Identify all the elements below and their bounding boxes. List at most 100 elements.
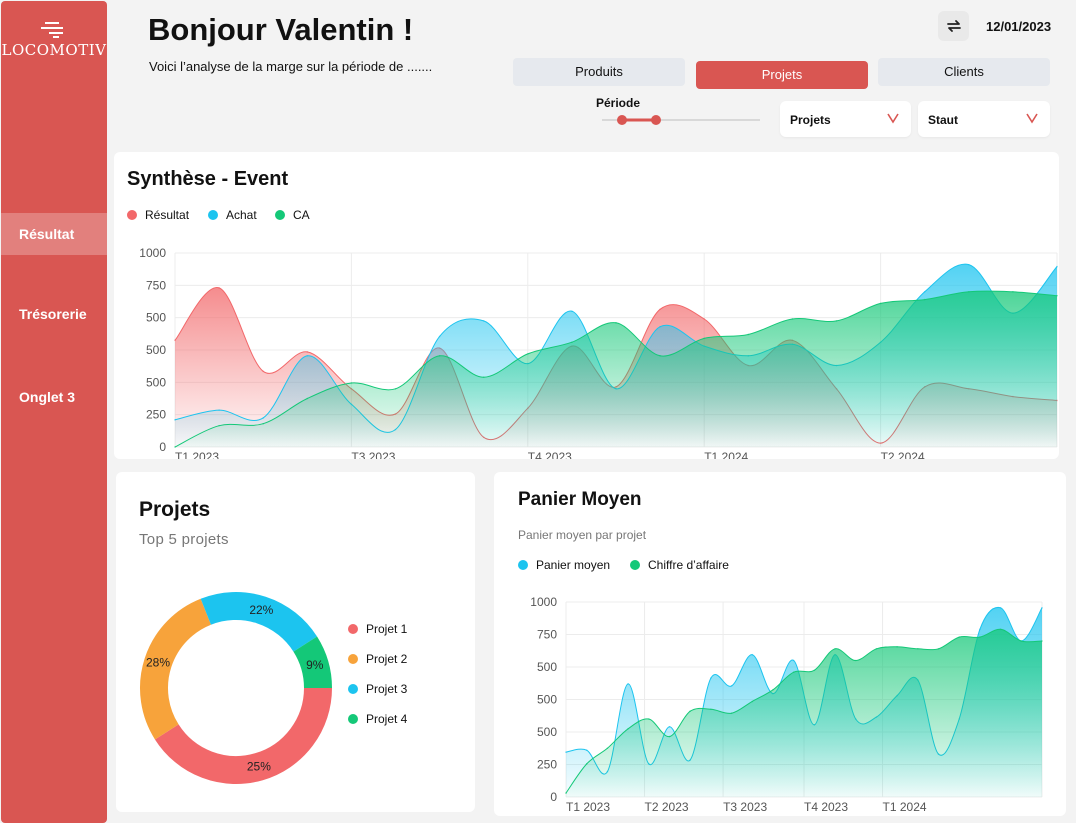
- data-point: [306, 351, 309, 353]
- data-point: [174, 446, 176, 448]
- data-point: [792, 671, 795, 673]
- data-point: [710, 677, 712, 679]
- data-point: [958, 636, 961, 638]
- y-tick-label: 1000: [139, 246, 166, 260]
- refresh-button[interactable]: [938, 11, 969, 41]
- data-point: [689, 710, 691, 712]
- data-point: [585, 749, 588, 751]
- statut-dropdown-label: Staut: [928, 113, 958, 127]
- y-tick-label: 500: [146, 311, 166, 325]
- page-subtitle: Voici l’analyse de la marge sur la pério…: [149, 59, 433, 74]
- data-point: [730, 712, 733, 714]
- legend-projet-3[interactable]: Projet 3: [348, 682, 407, 696]
- data-point: [999, 607, 1002, 609]
- x-tick-label: T1 2023: [175, 450, 219, 459]
- page-title: Bonjour Valentin !: [148, 12, 414, 47]
- data-point: [703, 337, 705, 340]
- data-point: [1056, 265, 1058, 268]
- data-point: [394, 388, 397, 390]
- data-point: [174, 419, 176, 421]
- chevron-down-icon: [1026, 113, 1038, 124]
- slice-label: 22%: [249, 603, 273, 617]
- data-point: [218, 409, 220, 411]
- chevron-down-icon: [887, 113, 899, 124]
- slice-label: 25%: [247, 760, 271, 774]
- data-point: [896, 646, 898, 648]
- legend-projet-1[interactable]: Projet 1: [348, 622, 407, 636]
- slider-handle-end[interactable]: [651, 115, 661, 125]
- projets-donut-chart: 25% 28% 22% 9%: [140, 592, 332, 784]
- legend-label: Projet 4: [366, 712, 408, 726]
- data-point: [747, 333, 750, 336]
- slider-handle-start[interactable]: [617, 115, 627, 125]
- x-tick-label: T1 2024: [883, 800, 927, 814]
- data-point: [703, 318, 705, 320]
- sidebar-item-onglet-3[interactable]: Onglet 3: [1, 376, 107, 418]
- data-point: [792, 659, 795, 662]
- data-point: [482, 376, 485, 378]
- sidebar-item-tresorerie[interactable]: Trésorerie: [1, 293, 107, 335]
- data-point: [979, 636, 981, 638]
- data-point: [438, 355, 441, 357]
- data-point: [659, 308, 661, 311]
- data-point: [1056, 294, 1058, 297]
- x-tick-label: T1 2023: [566, 800, 610, 814]
- y-tick-label: 250: [537, 758, 557, 772]
- legend-dot: [348, 624, 358, 634]
- legend-dot: [348, 654, 358, 664]
- donut-slice-2[interactable]: [140, 598, 212, 740]
- x-tick-label: T2 2023: [645, 800, 689, 814]
- legend-label: Projet 1: [366, 622, 408, 636]
- data-point: [306, 397, 309, 400]
- x-tick-label: T3 2023: [351, 450, 395, 459]
- legend-label: Projet 3: [366, 682, 408, 696]
- data-point: [710, 708, 712, 711]
- tab-projets[interactable]: Projets: [696, 61, 868, 89]
- slice-label: 28%: [146, 656, 170, 670]
- y-tick-label: 500: [146, 343, 166, 357]
- projets-card: Projets Top 5 projets 25% 28% 22% 9% Projet…: [116, 472, 475, 812]
- data-point: [1041, 640, 1043, 642]
- data-point: [979, 628, 981, 631]
- data-point: [834, 648, 836, 650]
- data-point: [565, 792, 567, 794]
- synthese-card: Synthèse - Event Résultat Achat CA 1000 7…: [114, 152, 1059, 459]
- refresh-icon: [946, 20, 961, 32]
- data-point: [627, 727, 629, 730]
- current-date: 12/01/2023: [986, 19, 1052, 34]
- sidebar: LOCOMOTIV Résultat Trésorerie Onglet 3: [1, 1, 107, 823]
- data-point: [218, 287, 220, 289]
- y-tick-label: 500: [537, 660, 557, 674]
- legend-projet-2[interactable]: Projet 2: [348, 652, 407, 666]
- logo-mark-icon: [41, 22, 63, 38]
- data-point: [571, 341, 573, 344]
- projets-dropdown[interactable]: Projets: [780, 101, 911, 137]
- y-tick-label: 500: [146, 375, 166, 389]
- y-tick-label: 0: [550, 790, 557, 804]
- legend-dot: [348, 714, 358, 724]
- sidebar-item-resultat[interactable]: Résultat: [1, 213, 107, 255]
- data-point: [482, 320, 485, 322]
- x-tick-label: T4 2023: [528, 450, 572, 459]
- statut-dropdown[interactable]: Staut: [918, 101, 1050, 137]
- donut-slice-1[interactable]: [154, 687, 332, 784]
- data-point: [174, 339, 176, 342]
- panier-chart: 1000 750 500 500 500 250 0 T1 2023 T2 2023 T3 202…: [530, 595, 1043, 814]
- y-tick-label: 250: [146, 408, 166, 422]
- data-point: [968, 263, 970, 266]
- x-tick-label: T2 2024: [881, 450, 925, 459]
- logo: LOCOMOTIV: [1, 21, 107, 60]
- data-point: [306, 355, 309, 357]
- synthese-chart: 1000 750 500 500 500 250 0 T1 2023 T3 2023 T4 202…: [139, 246, 1058, 459]
- tab-produits[interactable]: Produits: [513, 58, 685, 86]
- periode-slider[interactable]: [602, 110, 760, 130]
- data-point: [571, 310, 573, 312]
- data-point: [262, 417, 264, 419]
- data-point: [262, 422, 264, 425]
- tab-clients[interactable]: Clients: [878, 58, 1050, 86]
- data-point: [835, 320, 838, 322]
- legend-projet-4[interactable]: Projet 4: [348, 712, 407, 726]
- y-tick-label: 750: [146, 278, 166, 292]
- periode-label: Période: [596, 96, 641, 110]
- legend-dot: [348, 684, 358, 694]
